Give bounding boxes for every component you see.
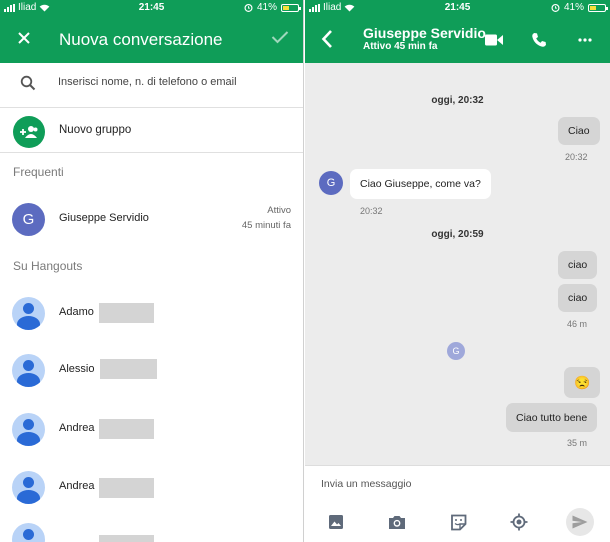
- message-bubble-outgoing[interactable]: ciao: [558, 251, 598, 279]
- avatar: [12, 413, 45, 446]
- avatar: G: [319, 171, 343, 195]
- redacted-surname: [100, 359, 157, 379]
- frequent-section-title: Frequenti: [13, 165, 64, 179]
- message-time: 35 m: [567, 438, 588, 448]
- contact-status: Attivo 45 min fa: [363, 41, 438, 52]
- battery-icon: [281, 3, 301, 12]
- read-receipt-avatar: G: [447, 342, 465, 360]
- redacted-surname: [99, 478, 154, 498]
- search-icon: [20, 75, 36, 91]
- image-icon[interactable]: [326, 512, 346, 532]
- check-icon[interactable]: [271, 27, 289, 50]
- message-bubble-outgoing[interactable]: Ciao: [558, 117, 600, 145]
- hangouts-section-title: Su Hangouts: [13, 259, 83, 273]
- contact-row[interactable]: Andrea: [0, 404, 303, 454]
- contact-row[interactable]: G Giuseppe Servidio Attivo 45 minuti fa: [0, 194, 303, 244]
- sticker-icon[interactable]: [448, 512, 468, 532]
- location-icon[interactable]: [509, 512, 529, 532]
- avatar: G: [12, 203, 45, 236]
- message-composer: [305, 465, 610, 542]
- search-bar: [0, 63, 303, 108]
- contact-last-seen: 45 minuti fa: [241, 220, 291, 231]
- contact-name: Andrea: [59, 422, 95, 434]
- contact-row[interactable]: Adamo: [0, 288, 303, 338]
- new-conversation-screen: Iliad 21:45 41% Nuova conversazione Nuov…: [0, 0, 304, 542]
- new-group-button[interactable]: Nuovo gruppo: [0, 109, 303, 153]
- camera-icon[interactable]: [387, 512, 407, 532]
- redacted-surname: [99, 303, 154, 323]
- contact-name: Andrea: [59, 480, 95, 492]
- phone-icon[interactable]: [529, 30, 549, 50]
- back-icon[interactable]: [321, 25, 333, 56]
- close-icon[interactable]: [17, 29, 31, 50]
- status-bar: Iliad 21:45 41%: [305, 0, 610, 17]
- status-bar: Iliad 21:45 41%: [0, 0, 303, 17]
- avatar: [12, 471, 45, 504]
- more-icon[interactable]: [575, 30, 595, 50]
- contact-row[interactable]: [0, 518, 303, 542]
- conversation-screen: Iliad 21:45 41% Giuseppe Servidio Attivo…: [305, 0, 610, 542]
- contact-name: Giuseppe Servidio: [363, 25, 486, 41]
- page-title: Nuova conversazione: [59, 30, 223, 49]
- avatar: [12, 297, 45, 330]
- redacted-surname: [99, 535, 154, 542]
- alarm-icon: [551, 3, 560, 12]
- new-group-label: Nuovo gruppo: [59, 124, 132, 136]
- contact-name: Giuseppe Servidio: [59, 212, 149, 224]
- group-add-icon: [13, 116, 45, 148]
- search-input[interactable]: [58, 76, 288, 88]
- message-list[interactable]: oggi, 20:32 Ciao 20:32 G Ciao Giuseppe, …: [305, 63, 610, 465]
- message-time: 20:32: [360, 206, 383, 216]
- message-bubble-outgoing[interactable]: Ciao tutto bene: [506, 403, 598, 432]
- day-divider: oggi, 20:59: [431, 229, 484, 240]
- contact-name: Alessio: [59, 363, 95, 375]
- contact-row[interactable]: Alessio: [0, 345, 303, 395]
- message-bubble-incoming[interactable]: Ciao Giuseppe, come va?: [350, 169, 491, 199]
- alarm-icon: [244, 3, 253, 12]
- message-bubble-outgoing[interactable]: ciao: [558, 284, 598, 312]
- message-input[interactable]: [321, 478, 581, 490]
- send-button[interactable]: [566, 508, 594, 536]
- app-bar: Giuseppe Servidio Attivo 45 min fa: [305, 17, 610, 63]
- battery-percent: 41%: [256, 2, 277, 13]
- redacted-surname: [99, 419, 154, 439]
- send-icon: [572, 515, 588, 529]
- day-divider: oggi, 20:32: [431, 95, 484, 106]
- video-call-icon[interactable]: [484, 30, 504, 50]
- contact-row[interactable]: Andrea: [0, 462, 303, 512]
- battery-percent: 41%: [563, 2, 584, 13]
- avatar: [12, 354, 45, 387]
- app-bar: Nuova conversazione: [0, 17, 303, 63]
- avatar: [12, 523, 45, 542]
- contact-status: Attivo: [267, 205, 291, 216]
- contact-name: Adamo: [59, 306, 94, 318]
- message-time: 20:32: [565, 152, 588, 162]
- message-time: 46 m: [567, 319, 588, 329]
- battery-icon: [588, 3, 608, 12]
- message-bubble-outgoing[interactable]: 😒: [564, 367, 601, 398]
